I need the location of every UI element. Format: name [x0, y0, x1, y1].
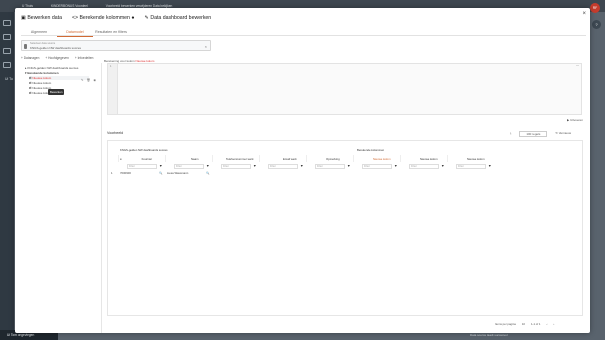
dashboard-icon[interactable] — [3, 20, 11, 26]
clear-icon[interactable]: × — [205, 44, 207, 49]
filter-icon[interactable]: ▼ — [159, 164, 163, 169]
download-icon[interactable]: ⤓ — [510, 131, 511, 137]
rows-select[interactable]: 100 regels — [519, 131, 548, 137]
table-cell: Liesa Wassmann — [167, 170, 189, 175]
column-header[interactable]: ≡ Fournier — [118, 155, 165, 162]
column-header[interactable]: Email werk — [259, 155, 306, 162]
filter-icon[interactable]: ▼ — [347, 164, 351, 169]
column-header[interactable]: Nieuwe kolom — [400, 155, 447, 162]
filter-input[interactable]: Filter — [315, 164, 345, 169]
modal-title-row: ▣ Bewerken data <> Berekende kolommen ● … — [21, 15, 211, 21]
edit-icon[interactable]: ✎ — [81, 78, 84, 82]
tree-panel — [16, 63, 102, 333]
row-number: 1 — [111, 170, 113, 175]
report-icon[interactable] — [3, 62, 11, 68]
column-header[interactable]: Telefoonnummer werk — [212, 155, 259, 162]
filter-icon[interactable]: ▼ — [441, 164, 445, 169]
preview-tools: ⤓ 100 regels ↻ Vernieuw — [510, 131, 571, 137]
editor-gutter: 1 — [108, 64, 118, 114]
search-icon[interactable]: 🔍 — [206, 171, 209, 175]
database-icon — [24, 43, 27, 49]
filter-icon[interactable]: ▼ — [488, 164, 492, 169]
filter-input[interactable]: Filter — [174, 164, 204, 169]
column-header[interactable]: Nieuwe kolom — [353, 155, 400, 162]
formula-editor[interactable]: 1 — — [107, 63, 582, 115]
data-source-label: Selecteer data source — [30, 42, 56, 45]
tree-node-source[interactable]: ▸ KNGS-gelden NW dashboards succes — [25, 66, 78, 70]
filter-input[interactable]: Filter — [362, 164, 392, 169]
filter-icon[interactable]: ▼ — [394, 164, 398, 169]
bottom-status: Data source laadt succesvol — [470, 333, 508, 337]
edit-data-modal: ▣ Bewerken data <> Berekende kolommen ● … — [15, 8, 590, 333]
column-header[interactable]: Naam — [165, 155, 212, 162]
filter-input[interactable]: Filter — [127, 164, 157, 169]
tab-divider — [21, 35, 586, 36]
prev-page-icon[interactable]: ‹ — [546, 322, 547, 326]
group-header-calc: Berekende kolommen — [357, 148, 385, 152]
close-icon[interactable]: × — [582, 11, 586, 17]
visible-icon[interactable]: ◉ — [93, 78, 96, 82]
run-button[interactable]: ▶ Uitvoeren — [567, 118, 583, 122]
preview-title: Voorbeeld — [107, 131, 124, 135]
toolbar-hoofdgegeven[interactable]: + Hoofdgegeven — [45, 56, 69, 60]
column-header[interactable]: Opmerking — [306, 155, 353, 162]
folder-icon[interactable] — [3, 48, 11, 54]
search-icon[interactable]: 🔍 — [159, 171, 162, 175]
tree-row-actions: ✎ 🗑 ◉ — [81, 78, 96, 82]
tree-node-calc[interactable]: ▾ Berekende kolommen — [25, 71, 59, 75]
tooltip: Bewerken — [48, 89, 65, 95]
delete-icon[interactable]: 🗑 — [87, 78, 91, 82]
dashboard-edit-title[interactable]: ✎ Data dashboard bewerken — [145, 15, 212, 21]
toolbar-datanagen[interactable]: + Datanagen — [21, 56, 39, 60]
data-source-value: KNGS-gelden NW dashboards succes — [30, 46, 82, 50]
left-rail: Ui Tu — [0, 12, 14, 340]
tree-toolbar: + Datanagen + Hoofdgegeven + Infoedeiten — [21, 56, 93, 60]
filter-input[interactable]: Filter — [409, 164, 439, 169]
grid-icon[interactable] — [3, 34, 11, 40]
avatar[interactable]: RF — [590, 3, 600, 13]
items-per-page-select[interactable]: 10 — [522, 322, 525, 326]
next-page-icon[interactable]: › — [553, 322, 554, 326]
collapse-icon[interactable]: — — [576, 63, 579, 67]
help-icon[interactable]: ? — [592, 20, 601, 29]
filter-icon[interactable]: ▼ — [253, 164, 257, 169]
pagination: Items per pagina 10 1-1 of 1 ‹ › — [495, 322, 554, 326]
items-per-page-label: Items per pagina — [495, 322, 516, 326]
data-source-select[interactable]: Selecteer data source KNGS-gelden NW das… — [21, 40, 211, 51]
filter-input[interactable]: Filter — [456, 164, 486, 169]
calc-columns-title[interactable]: <> Berekende kolommen ● — [72, 15, 135, 21]
tree-node-new-column[interactable]: ⇄ Nieuwe kolom — [29, 76, 89, 80]
group-header-source: KNGS-gelden NW dashboards succes — [120, 148, 168, 152]
filter-input[interactable]: Filter — [221, 164, 251, 169]
tree-node-new-column[interactable]: ⇄ Nieuwe kolom — [29, 81, 51, 85]
toolbar-infoedeiten[interactable]: + Infoedeiten — [75, 56, 94, 60]
edit-data-title[interactable]: ▣ Bewerken data — [21, 15, 62, 21]
info-icon: ● — [131, 15, 135, 21]
page-range: 1-1 of 1 — [530, 322, 541, 326]
left-rail-label: Ui Tu — [5, 77, 13, 81]
filter-icon[interactable]: ▼ — [300, 164, 304, 169]
table-cell: 7000900 — [120, 170, 131, 175]
column-header[interactable]: Nieuwe kolom — [447, 155, 494, 162]
filter-input[interactable]: Filter — [268, 164, 298, 169]
filter-icon[interactable]: ▼ — [206, 164, 210, 169]
refresh-button[interactable]: ↻ Vernieuw — [555, 131, 571, 137]
